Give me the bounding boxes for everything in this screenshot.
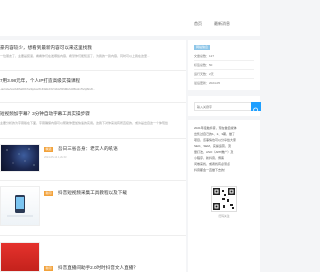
post-excerpt: 主要分析的为字幕版在下面，字幕确保内容可以帮助你更加快速的实用。这我下对你来说有…: [0, 121, 169, 125]
about-line: 出售过自己的1、2、3期，做了: [194, 132, 236, 136]
search-button[interactable]: [251, 102, 261, 114]
about-widget: 2021年接触抖音，现在做自媒体 出售过自己的1、2、3期，做了 项目，该事情也…: [188, 120, 260, 272]
about-line: 量打法，ASO（APP推广）及: [194, 150, 234, 154]
post-thumbnail[interactable]: [0, 242, 40, 272]
stat-item: 运行天数：2天: [194, 72, 214, 76]
search-input[interactable]: [194, 102, 254, 111]
top-navigation-bar: 首页 最新消息: [0, 0, 260, 36]
search-widget: [188, 96, 261, 116]
post-title[interactable]: 豪内容较少，想看到最新内容可以来这里找我: [0, 45, 180, 51]
starfield-image: [6, 148, 35, 166]
qr-label: 扫码关注: [218, 214, 230, 218]
category-badge[interactable]: 新闻: [44, 191, 54, 196]
post-list: 豪内容较少，想看到最新内容可以来这里找我 一位朋友了，主要是装逼，看看你们在发哪…: [0, 40, 186, 272]
about-line: 小程序，新抖音，博客: [194, 156, 225, 160]
post-title[interactable]: 抖音短视频采集工具教程以及下载: [58, 190, 184, 196]
post-excerpt: -iarticle/wxtb4ffa00b7a/fqdxeWJt3klkJ3Vn…: [0, 87, 96, 91]
qr-code-icon: [213, 188, 235, 210]
category-badge[interactable]: 精选: [44, 147, 54, 152]
about-line: 2021年接触抖音，现在做自媒体: [194, 126, 237, 130]
stat-item: 文章总数：127: [194, 54, 215, 58]
post-thumbnail[interactable]: [0, 186, 40, 226]
site-stats-widget: 网站信息 文章总数：127 标签总数：50 运行天数：2天 最后更新：2024-…: [188, 40, 260, 90]
post-title[interactable]: 抖音直播间助手2.0时时抖音文人直播？: [58, 265, 184, 271]
category-badge[interactable]: 新闻: [44, 266, 54, 271]
nav-home-link[interactable]: 首页: [194, 21, 202, 27]
post-title[interactable]: 吾日三省吾身：老实人的吼语: [58, 146, 184, 152]
post-title[interactable]: 7用3.98元年，个人IP打造高级实操课程: [0, 78, 180, 84]
qr-code-image: [211, 186, 237, 212]
about-line: 抖音都会一直做下去的！: [194, 168, 228, 172]
about-line: 项目，该事情也可以分享给大家: [194, 138, 237, 142]
post-thumbnail[interactable]: [0, 144, 40, 172]
about-line: 问卷来找，或者找有必须点: [194, 162, 231, 166]
stat-item: 最后更新：2024-05: [194, 81, 221, 85]
search-icon: [253, 107, 259, 114]
phone-app-image: [7, 195, 33, 217]
post-meta: 2024-05-14 1,2k 63: [44, 156, 67, 159]
about-line: SEO、SEM、实操运营，流: [194, 144, 231, 148]
post-excerpt: 一位朋友了，主要是装逼，看看你们在发哪些内容，希望你们能知道了，为我的一篇内容，…: [0, 54, 150, 58]
stat-item: 标签总数：50: [194, 63, 213, 67]
nav-latest-news-link[interactable]: 最新消息: [214, 21, 230, 27]
post-title[interactable]: 短视频加字幕？3分钟自动字幕工具实操步骤: [0, 111, 180, 117]
widget-title: 网站信息: [194, 45, 211, 50]
